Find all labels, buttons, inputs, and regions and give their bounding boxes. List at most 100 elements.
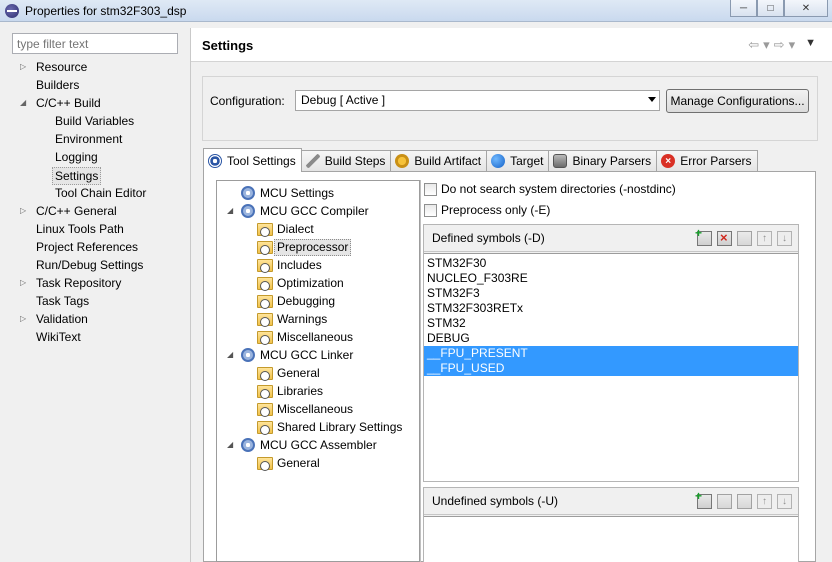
tool-tree-item[interactable]: Debugging [257,292,335,310]
tool-gear-icon [241,348,255,362]
tool-tree-label: Miscellaneous [277,330,354,344]
expand-arrow-icon[interactable]: ▷ [20,202,30,220]
defined-symbols-list[interactable]: STM32F30 NUCLEO_F303RE STM32F3 STM32F303RET… [424,253,798,481]
tab-error-parsers[interactable]: × Error Parsers [656,150,758,171]
tool-tree-label: Optimization [277,276,344,290]
preprocess-only-option[interactable]: Preprocess only (-E) [424,203,550,217]
close-button[interactable]: ✕ [784,0,828,17]
add-icon[interactable] [695,489,712,509]
symbol-list-item[interactable]: __FPU_PRESENT [424,346,798,361]
option-folder-icon [257,366,273,381]
nav-item-logging[interactable]: Logging [16,148,196,166]
filter-input[interactable] [12,33,178,54]
symbol-list-item[interactable]: STM32F30 [424,256,798,271]
delete-icon[interactable] [717,230,732,246]
view-menu-icon[interactable]: ▼ [805,37,816,53]
delete-icon[interactable] [717,494,732,509]
tool-tree-item[interactable]: Dialect [257,220,314,238]
nav-item-label: Tool Chain Editor [55,186,147,200]
manage-configurations-button[interactable]: Manage Configurations... [666,89,809,113]
symbol-list-item[interactable]: STM32 [424,316,798,331]
tab-target[interactable]: Target [486,150,550,171]
expand-arrow-icon[interactable]: ▷ [20,274,30,292]
symbol-list-item[interactable]: DEBUG [424,331,798,346]
tab-build-artifact[interactable]: Build Artifact [390,150,488,171]
nav-item-tool-chain-editor[interactable]: Tool Chain Editor [16,184,196,202]
symbol-list-item[interactable]: NUCLEO_F303RE [424,271,798,286]
symbol-list-item[interactable]: __FPU_USED [424,361,798,376]
tool-tree-item[interactable]: Preprocessor [257,238,352,256]
tool-tree-item[interactable]: MCU Settings [227,184,334,202]
expand-arrow-icon[interactable]: ▷ [20,58,30,76]
forward-menu-icon[interactable]: ▾ [789,37,796,53]
nav-item-c-c-build[interactable]: ◢ C/C++ Build [16,94,196,112]
symbol-list-item[interactable]: STM32F303RETx [424,301,798,316]
move-down-icon[interactable]: ↓ [777,494,792,509]
tab-binary-parsers[interactable]: Binary Parsers [548,150,658,171]
tool-tree-label: Dialect [277,222,314,236]
undefined-symbols-header: Undefined symbols (-U) ↑ ↓ [424,488,798,515]
tool-tree-item[interactable]: ◢ MCU GCC Assembler [227,436,377,454]
tab-label: Build Steps [324,154,386,168]
tool-settings-sash[interactable] [420,180,421,562]
nav-item-settings[interactable]: Settings [16,166,196,185]
nav-item-wikitext[interactable]: WikiText [16,328,196,346]
tool-tree-item[interactable]: Optimization [257,274,344,292]
back-arrow-icon[interactable]: ⇦ [748,37,759,53]
tool-tree-item[interactable]: ◢ MCU GCC Compiler [227,202,369,220]
nav-item-task-repository[interactable]: ▷ Task Repository [16,274,196,292]
nav-item-c-c-general[interactable]: ▷ C/C++ General [16,202,196,220]
collapse-arrow-icon[interactable]: ◢ [227,202,237,220]
edit-icon[interactable] [737,494,752,509]
nav-item-task-tags[interactable]: Task Tags [16,292,196,310]
tool-tree-item[interactable]: ◢ MCU GCC Linker [227,346,353,364]
nav-item-resource[interactable]: ▷ Resource [16,58,196,76]
minimize-button[interactable]: ─ [730,0,757,17]
tool-tree-item[interactable]: Miscellaneous [257,400,353,418]
move-down-icon[interactable]: ↓ [777,231,792,246]
collapse-arrow-icon[interactable]: ◢ [227,346,237,364]
history-nav: ⇦ ▾ ⇨ ▾ ▼ [748,37,816,53]
undefined-symbols-list[interactable] [424,516,798,562]
nostdinc-checkbox[interactable] [424,182,437,196]
option-folder-icon [257,294,273,309]
maximize-button[interactable]: □ [757,0,784,17]
expand-arrow-icon[interactable]: ▷ [20,310,30,328]
preprocess-only-checkbox[interactable] [424,203,437,217]
tool-gear-icon [241,186,255,200]
tool-tree-item[interactable]: General [257,454,320,472]
tool-tree-label: Debugging [277,294,336,308]
tool-tree-item[interactable]: Libraries [257,382,323,400]
nav-item-build-variables[interactable]: Build Variables [16,112,196,130]
tool-gear-icon [241,438,255,452]
collapse-arrow-icon[interactable]: ◢ [227,436,237,454]
nostdinc-option[interactable]: Do not search system directories (-nostd… [424,182,676,196]
tool-tree-item[interactable]: Miscellaneous [257,328,353,346]
tool-tree-item[interactable]: Warnings [257,310,327,328]
nav-item-environment[interactable]: Environment [16,130,196,148]
tool-tree-label: Shared Library Settings [277,420,403,434]
tool-tree-item[interactable]: Shared Library Settings [257,418,402,436]
nav-item-builders[interactable]: Builders [16,76,196,94]
tool-tree-label: General [277,366,320,380]
build-artifact-icon [395,154,410,168]
nav-item-validation[interactable]: ▷ Validation [16,310,196,328]
nav-item-linux-tools-path[interactable]: Linux Tools Path [16,220,196,238]
tool-tree-item[interactable]: Includes [257,256,322,274]
sash-divider[interactable] [190,28,191,562]
option-folder-icon [257,240,273,255]
nav-item-run-debug-settings[interactable]: Run/Debug Settings [16,256,196,274]
back-menu-icon[interactable]: ▾ [763,37,770,53]
forward-arrow-icon[interactable]: ⇨ [774,37,785,53]
configuration-select[interactable]: Debug [ Active ] [295,90,660,111]
edit-icon[interactable] [737,231,752,246]
add-icon[interactable] [695,226,712,246]
move-up-icon[interactable]: ↑ [757,231,772,246]
symbol-list-item[interactable]: STM32F3 [424,286,798,301]
tab-build-steps[interactable]: Build Steps [300,150,392,171]
move-up-icon[interactable]: ↑ [757,494,772,509]
tool-tree-item[interactable]: General [257,364,320,382]
tab-tool-settings[interactable]: Tool Settings [203,148,302,172]
collapse-arrow-icon[interactable]: ◢ [20,94,30,112]
nav-item-project-references[interactable]: Project References [16,238,196,256]
